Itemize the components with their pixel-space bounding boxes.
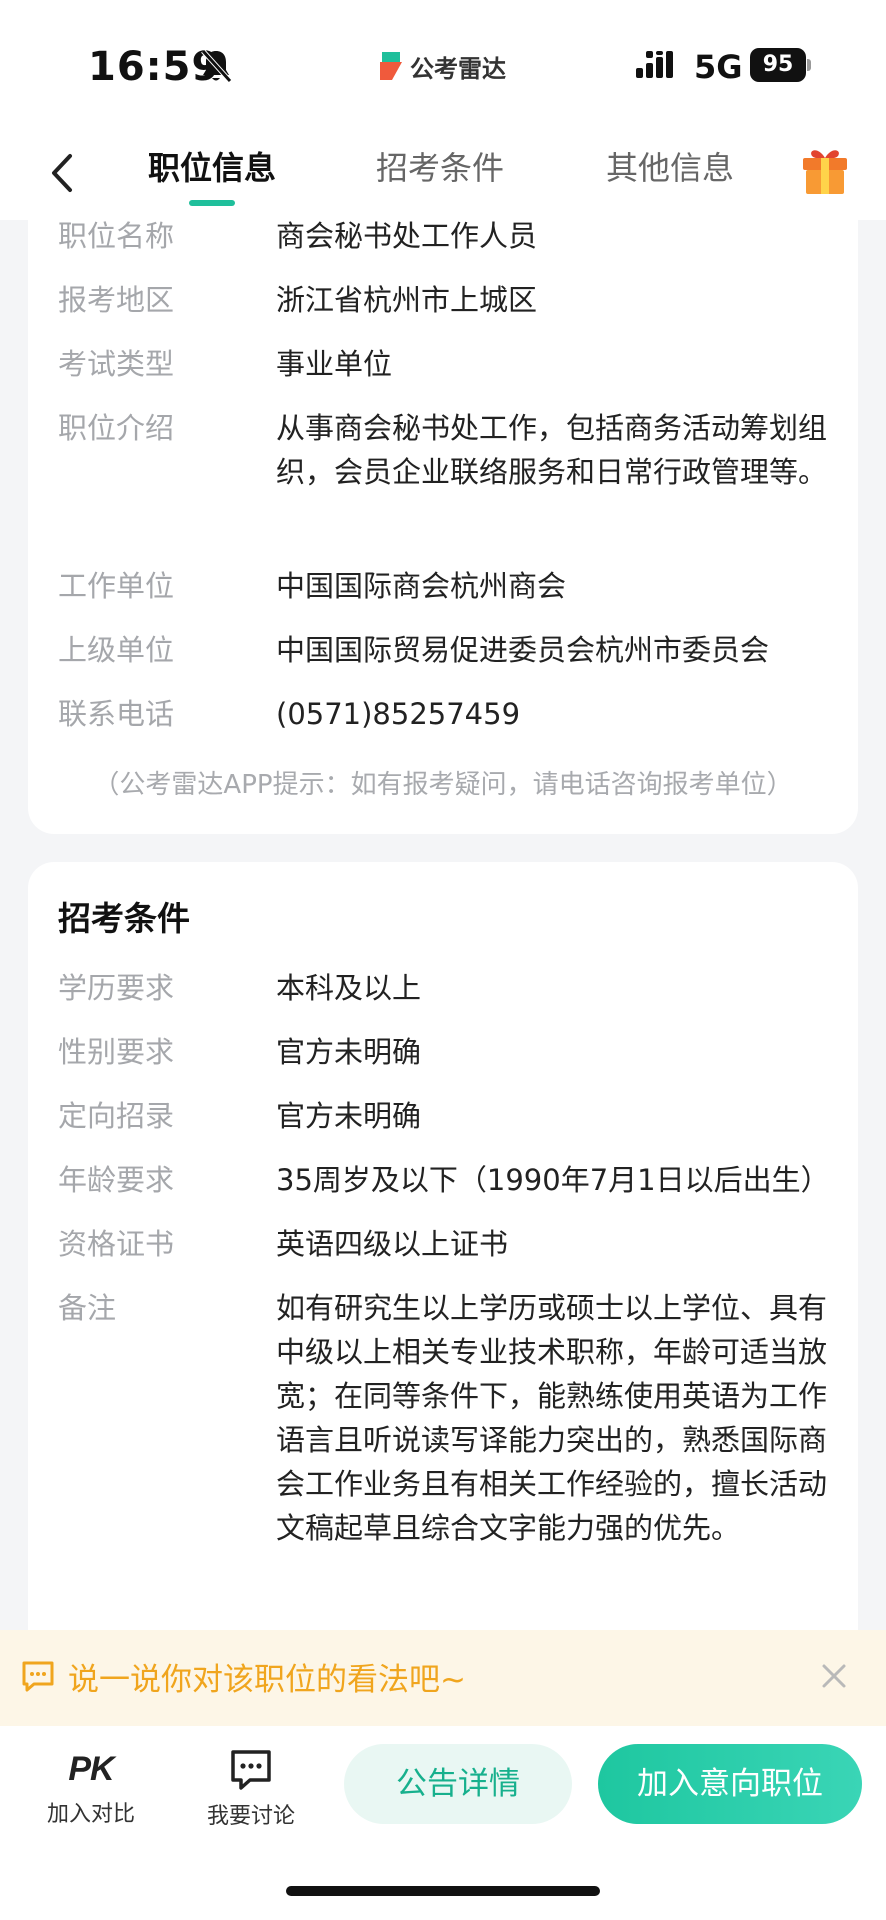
row-value: 官方未明确 [276,1099,422,1133]
chat-bubble-icon [22,1661,54,1692]
discuss-button[interactable]: 我要讨论 [186,1744,316,1844]
radar-logo-icon [380,52,402,80]
row-label: 性别要求 [58,1035,175,1069]
gift-icon[interactable] [798,144,852,198]
tab-position-info[interactable]: 职位信息 [148,146,276,206]
row-label: 上级单位 [58,633,175,667]
row-value: 中国国际贸易促进委员会杭州市委员会 [276,633,770,667]
row-label: 学历要求 [58,971,175,1005]
comment-prompt[interactable]: 说一说你对该职位的看法吧~ [68,1654,466,1699]
app-tip: （公考雷达APP提示：如有报考疑问，请电话咨询报考单位） [93,770,793,800]
row-value: 事业单位 [276,347,393,381]
join-intended-position-button[interactable]: 加入意向职位 [598,1744,862,1824]
tab-label: 其他信息 [606,149,735,187]
discussion-icon [231,1750,271,1790]
notice-details-button[interactable]: 公告详情 [344,1744,572,1824]
row-label: 工作单位 [58,569,175,603]
tab-other-info[interactable]: 其他信息 [606,146,734,206]
battery-cap [807,59,811,71]
signal-icon [636,51,673,78]
row-value: 从事商会秘书处工作，包括商务活动筹划组织，会员企业联络服务和日常行政管理等。 [276,411,828,489]
row-label: 报考地区 [58,283,175,317]
row-value: 本科及以上 [276,971,422,1005]
close-icon[interactable] [820,1662,848,1690]
row-label: 定向招录 [58,1099,175,1133]
app-logo-text: 公考雷达 [410,54,506,83]
row-label: 考试类型 [58,347,175,381]
tab-label: 招考条件 [376,149,505,187]
battery-icon: 95 [750,48,812,82]
add-to-compare-button[interactable]: PK 加入对比 [26,1744,156,1844]
section-title: 招考条件 [58,899,190,938]
network-type: 5G [694,48,743,86]
action-label: 加入对比 [46,1802,135,1827]
row-value: 如有研究生以上学历或硕士以上学位、具有中级以上相关专业技术职称，年龄可适当放宽；… [276,1291,828,1545]
battery-level: 95 [750,48,806,82]
row-label: 资格证书 [58,1227,175,1261]
row-value: 35周岁及以下（1990年7月1日以后出生） [276,1163,830,1197]
position-info-card: 职位名称 商会秘书处工作人员 报考地区 浙江省杭州市上城区 考试类型 事业单位 … [28,219,858,834]
active-tab-indicator [189,200,235,206]
row-label: 职位介绍 [58,411,175,445]
row-label: 备注 [58,1291,117,1325]
top-nav: 职位信息 招考条件 其他信息 [0,130,886,220]
requirements-card: 招考条件 学历要求 本科及以上 性别要求 官方未明确 定向招录 官方未明确 年龄… [28,862,858,1642]
home-indicator [286,1886,600,1896]
row-label: 职位名称 [58,219,175,253]
phone-number[interactable]: (0571)85257459 [276,692,836,736]
tab-requirements[interactable]: 招考条件 [376,146,504,206]
row-value: 浙江省杭州市上城区 [276,283,538,317]
tab-label: 职位信息 [148,149,277,187]
row-value: 英语四级以上证书 [276,1227,509,1261]
bell-off-icon [201,49,232,83]
row-value: 商会秘书处工作人员 [276,219,538,253]
row-label: 联系电话 [58,697,175,731]
action-label: 我要讨论 [206,1804,295,1829]
app-logo: 公考雷达 [378,46,506,86]
row-value: 官方未明确 [276,1035,422,1069]
comment-banner[interactable]: 说一说你对该职位的看法吧~ [0,1630,886,1726]
pk-icon: PK [68,1750,114,1788]
row-value: 中国国际商会杭州商会 [276,569,567,603]
row-label: 年龄要求 [58,1163,175,1197]
status-bar: 16:59 公考雷达 5G 95 [0,0,886,130]
back-arrow-icon[interactable] [42,148,82,198]
